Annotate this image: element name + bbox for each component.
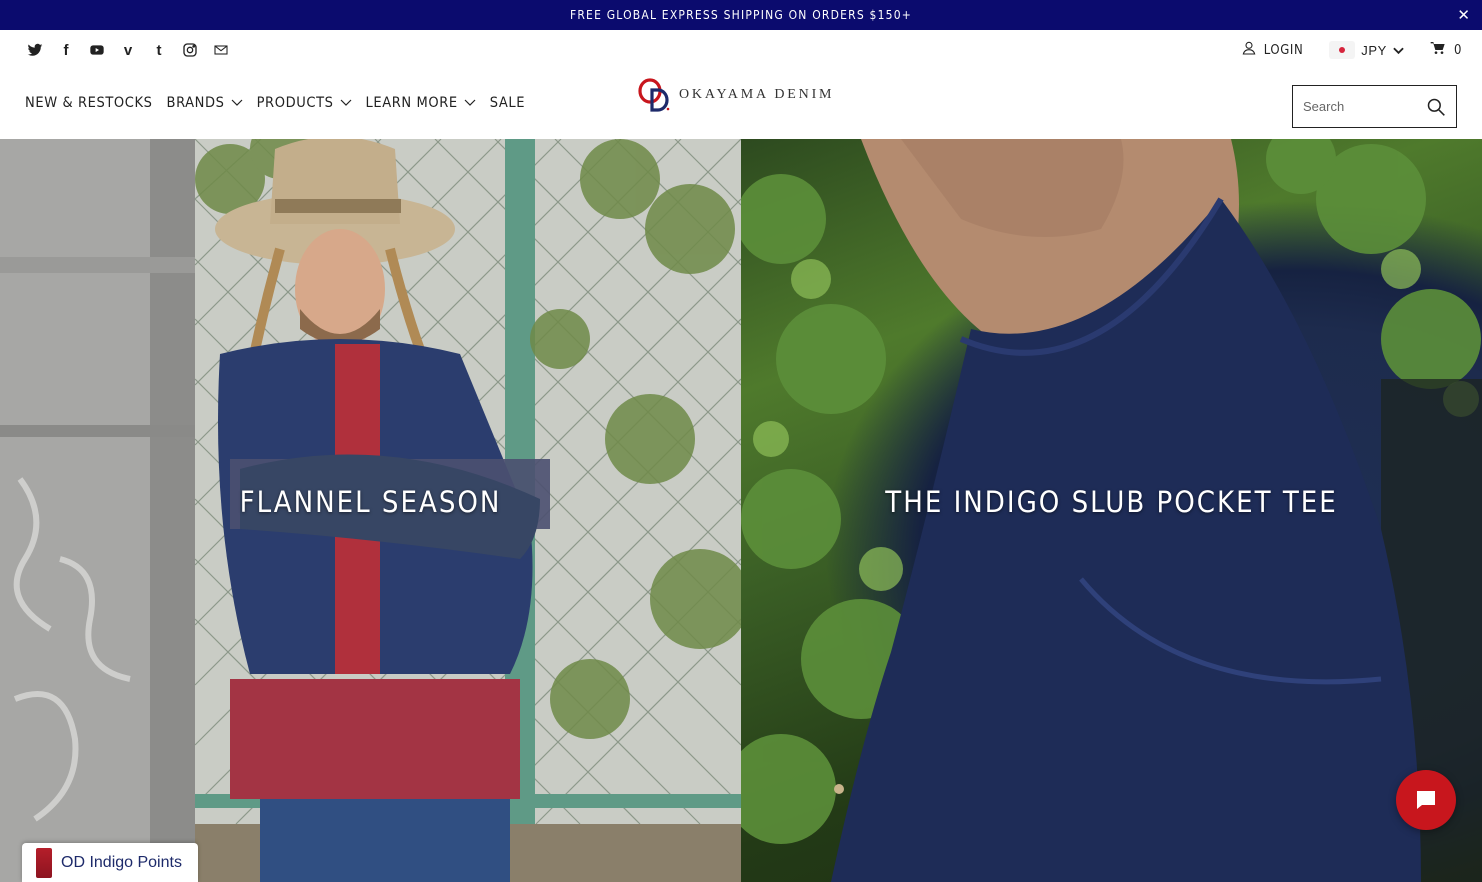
indigo-points-widget[interactable]: OD Indigo Points: [22, 843, 198, 882]
close-icon[interactable]: ✕: [1457, 6, 1470, 24]
vimeo-icon[interactable]: v: [119, 41, 137, 59]
logo-text: OKAYAMA DENIM: [679, 87, 835, 102]
youtube-icon[interactable]: [88, 41, 106, 59]
nav-item-new-restocks[interactable]: NEW & RESTOCKS: [25, 95, 153, 111]
points-badge-icon: [36, 847, 52, 878]
chevron-down-icon: [231, 95, 243, 111]
cart-icon: [1430, 40, 1446, 60]
search-input[interactable]: [1303, 99, 1423, 114]
nav-item-brands[interactable]: BRANDS: [167, 95, 243, 111]
announcement-text: FREE GLOBAL EXPRESS SHIPPING ON ORDERS $…: [569, 8, 913, 22]
nav-item-products[interactable]: PRODUCTS: [257, 95, 352, 111]
search-icon[interactable]: [1426, 97, 1446, 117]
currency-label: JPY: [1361, 42, 1387, 58]
email-icon[interactable]: [212, 41, 230, 59]
nav-item-label: BRANDS: [166, 95, 225, 111]
cart-count: 0: [1453, 42, 1462, 58]
search-box: [1292, 85, 1457, 128]
nav-item-label: NEW & RESTOCKS: [25, 95, 153, 111]
user-icon: [1241, 40, 1257, 60]
chevron-down-icon: [464, 95, 476, 111]
main-nav: NEW & RESTOCKS BRANDS PRODUCTS LEARN MOR…: [25, 95, 525, 111]
instagram-icon[interactable]: [181, 41, 199, 59]
facebook-icon[interactable]: f: [57, 41, 75, 59]
japan-flag-icon: [1329, 41, 1356, 59]
chat-button[interactable]: [1396, 770, 1456, 830]
hero-title-indigo-tee: THE INDIGO SLUB POCKET TEE: [885, 485, 1338, 519]
nav-item-label: LEARN MORE: [365, 95, 458, 111]
hero-panel-indigo-tee[interactable]: THE INDIGO SLUB POCKET TEE: [741, 139, 1482, 882]
tumblr-icon[interactable]: t: [150, 41, 168, 59]
od-monogram-icon: [637, 78, 671, 112]
announcement-bar: FREE GLOBAL EXPRESS SHIPPING ON ORDERS $…: [0, 0, 1482, 30]
login-label: LOGIN: [1263, 42, 1304, 58]
site-header: f v t LOGIN JPY 0 NEW & RESTOCKS BRANDS …: [0, 30, 1482, 139]
nav-item-label: PRODUCTS: [256, 95, 334, 111]
account-bar: LOGIN JPY 0: [1241, 40, 1462, 60]
nav-item-label: SALE: [489, 95, 526, 111]
hero-title-flannel: FLANNEL SEASON: [239, 485, 502, 519]
points-label: OD Indigo Points: [61, 853, 182, 871]
cart-link[interactable]: 0: [1430, 40, 1462, 60]
chevron-down-icon: [1393, 43, 1404, 58]
hero-panel-flannel[interactable]: FLANNEL SEASON: [0, 139, 741, 882]
currency-selector[interactable]: JPY: [1329, 41, 1404, 59]
hero-banner: FLANNEL SEASON THE INDIGO SLUB POCKET TE…: [0, 139, 1482, 882]
social-links: f v t: [26, 41, 230, 59]
nav-item-learn-more[interactable]: LEARN MORE: [366, 95, 476, 111]
twitter-icon[interactable]: [26, 41, 44, 59]
login-link[interactable]: LOGIN: [1241, 40, 1304, 60]
chevron-down-icon: [340, 95, 352, 111]
site-logo[interactable]: OKAYAMA DENIM: [637, 78, 834, 112]
nav-item-sale[interactable]: SALE: [490, 95, 525, 111]
chat-bubble-icon: [1417, 791, 1435, 809]
